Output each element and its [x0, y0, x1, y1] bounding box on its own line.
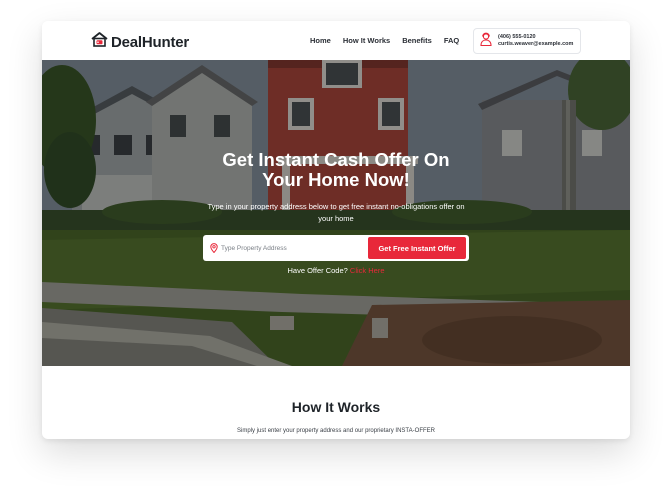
property-address-input[interactable]	[221, 238, 361, 258]
hero-subtitle: Type in your property address below to g…	[207, 202, 465, 223]
how-it-works-paragraph: Simply just enter your property address …	[237, 428, 435, 434]
logo[interactable]: DealHunter	[91, 32, 189, 52]
hero-title-line-2: Your Home Now!	[262, 169, 410, 190]
brand-name: DealHunter	[111, 33, 190, 51]
main-nav: Home How It Works Benefits FAQ	[310, 36, 459, 45]
how-it-works-title: How It Works	[291, 399, 381, 415]
location-pin-icon	[210, 243, 218, 253]
browser-frame: DealHunter Home How It Works Benefits FA…	[42, 21, 630, 439]
hero-section: Get Instant Cash Offer On Your Home Now!…	[42, 60, 630, 366]
contact-phone[interactable]: (406) 555-0120	[498, 34, 573, 41]
nav-item-faq[interactable]: FAQ	[444, 36, 459, 45]
address-search-bar: Get Free Instant Offer	[203, 235, 469, 261]
site-header: DealHunter Home How It Works Benefits FA…	[42, 21, 630, 60]
nav-item-how-it-works[interactable]: How It Works	[343, 36, 390, 45]
offer-code-line: Have Offer Code? Click Here	[42, 266, 630, 275]
contact-email[interactable]: curtis.weaver@example.com	[498, 41, 573, 48]
person-headset-icon	[480, 32, 492, 51]
hero-title: Get Instant Cash Offer On Your Home Now!	[42, 150, 630, 190]
get-free-instant-offer-button[interactable]: Get Free Instant Offer	[368, 237, 466, 259]
offer-code-prompt: Have Offer Code?	[287, 266, 348, 275]
contact-box[interactable]: (406) 555-0120 curtis.weaver@example.com	[473, 28, 581, 54]
house-tag-icon	[91, 32, 108, 52]
offer-code-click-here-link[interactable]: Click Here	[350, 266, 385, 275]
how-it-works-text: Simply just enter your property address …	[206, 426, 466, 436]
nav-item-benefits[interactable]: Benefits	[402, 36, 432, 45]
nav-item-home[interactable]: Home	[310, 36, 331, 45]
hero-title-line-1: Get Instant Cash Offer On	[222, 149, 450, 170]
